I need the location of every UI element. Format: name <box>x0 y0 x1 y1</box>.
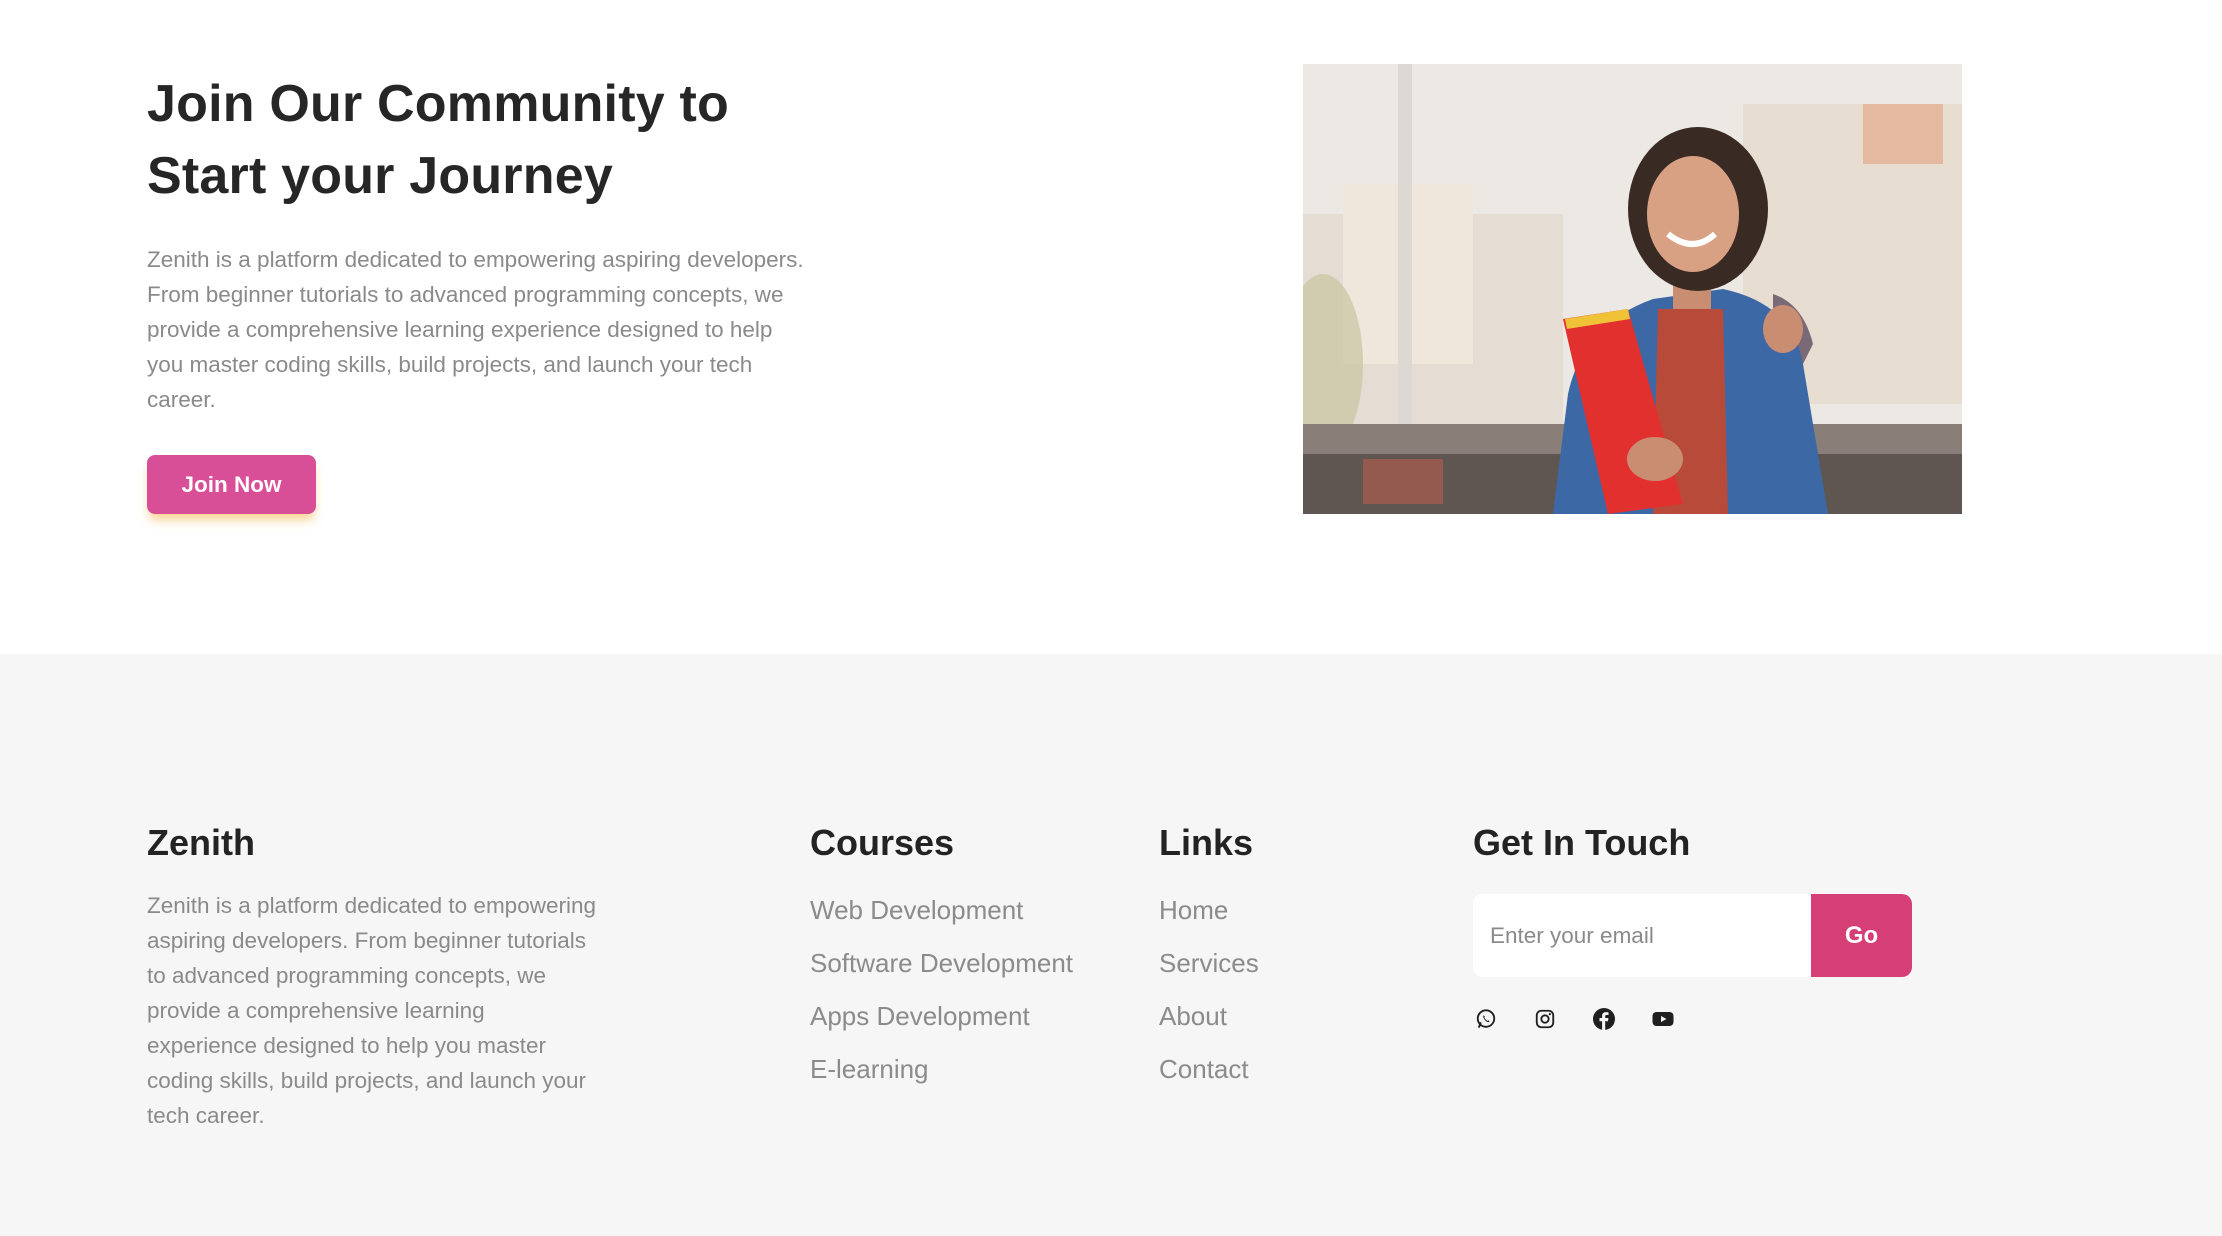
site-footer: Zenith Zenith is a platform dedicated to… <box>0 654 2222 1236</box>
footer-brand-column: Zenith Zenith is a platform dedicated to… <box>147 822 597 1133</box>
youtube-icon[interactable] <box>1651 1007 1675 1031</box>
join-community-section: Join Our Community to Start your Journey… <box>0 0 2222 654</box>
courses-list: Web Development Software Development App… <box>810 884 1073 1096</box>
social-links <box>1473 1007 1912 1031</box>
join-text-block: Join Our Community to Start your Journey… <box>147 68 827 417</box>
student-photo <box>1303 64 1962 514</box>
footer-brand-description: Zenith is a platform dedicated to empowe… <box>147 893 596 1128</box>
course-link-software-development[interactable]: Software Development <box>810 937 1073 990</box>
join-now-button[interactable]: Join Now <box>147 455 316 514</box>
course-link-web-development[interactable]: Web Development <box>810 884 1073 937</box>
course-link-apps-development[interactable]: Apps Development <box>810 990 1073 1043</box>
facebook-icon[interactable] <box>1592 1007 1616 1031</box>
join-title-line1: Join Our Community to <box>147 75 729 133</box>
join-title: Join Our Community to Start your Journey <box>147 68 827 212</box>
go-button[interactable]: Go <box>1811 894 1912 977</box>
footer-contact-title: Get In Touch <box>1473 822 1691 863</box>
newsletter-form: Go <box>1473 894 1912 977</box>
footer-brand-title: Zenith <box>147 822 255 863</box>
footer-link-about[interactable]: About <box>1159 990 1259 1043</box>
instagram-icon[interactable] <box>1533 1007 1557 1031</box>
student-illustration <box>1303 64 1962 514</box>
join-description: Zenith is a platform dedicated to empowe… <box>147 247 804 412</box>
email-input[interactable] <box>1473 894 1811 977</box>
footer-links-title: Links <box>1159 822 1254 863</box>
footer-link-contact[interactable]: Contact <box>1159 1043 1259 1096</box>
footer-contact-column: Get In Touch Go <box>1473 822 1912 1031</box>
footer-link-home[interactable]: Home <box>1159 884 1259 937</box>
footer-links-column: Links Home Services About Contact <box>1159 822 1259 1096</box>
footer-courses-title: Courses <box>810 822 955 863</box>
whatsapp-icon[interactable] <box>1474 1007 1498 1031</box>
course-link-e-learning[interactable]: E-learning <box>810 1043 1073 1096</box>
join-title-line2: Start your Journey <box>147 147 613 205</box>
footer-courses-column: Courses Web Development Software Develop… <box>810 822 1073 1096</box>
footer-link-services[interactable]: Services <box>1159 937 1259 990</box>
links-list: Home Services About Contact <box>1159 884 1259 1096</box>
